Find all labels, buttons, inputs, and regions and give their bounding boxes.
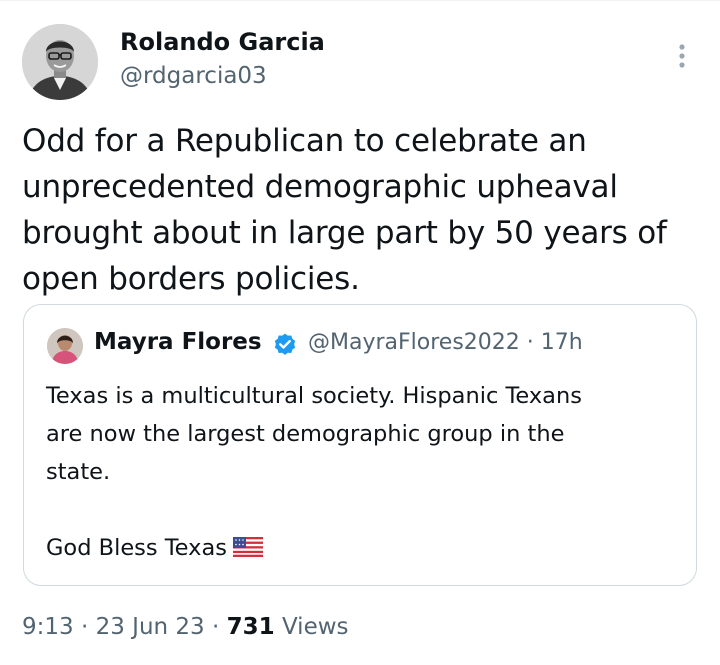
tweet-date[interactable]: 23 Jun 23: [96, 614, 205, 640]
more-options-button[interactable]: [664, 38, 700, 74]
quoted-text-line: state.: [46, 459, 111, 485]
quoted-text-line: are now the largest demographic group in…: [46, 421, 565, 447]
separator-dot: ·: [212, 614, 220, 640]
separator-dot: ·: [526, 330, 534, 355]
author-handle[interactable]: @rdgarcia03: [120, 63, 267, 89]
quoted-author-avatar[interactable]: [47, 328, 83, 364]
views-label[interactable]: Views: [282, 614, 349, 640]
tweet-text-line: Odd for a Republican to celebrate an: [22, 123, 587, 159]
author-avatar-image: [22, 24, 98, 100]
tweet-text-line: open borders policies.: [22, 261, 360, 297]
top-divider: [0, 0, 720, 1]
quoted-text-line: Texas is a multicultural society. Hispan…: [46, 383, 582, 409]
quoted-closing-line-row: God Bless Texas: [46, 529, 676, 567]
author-avatar[interactable]: [22, 24, 98, 100]
tweet-time[interactable]: 9:13: [22, 614, 74, 640]
us-flag-emoji: [232, 536, 263, 557]
tweet-meta: 9:13 · 23 Jun 23 · 731 Views: [22, 614, 349, 640]
verified-badge-icon: [272, 332, 298, 358]
tweet-text-line: unprecedented demographic upheaval: [22, 169, 618, 205]
author-name[interactable]: Rolando Garcia: [120, 28, 325, 56]
separator-dot: ·: [80, 614, 89, 640]
quoted-tweet-card[interactable]: Mayra Flores @MayraFlores2022 · 17h Texa…: [23, 304, 697, 586]
quoted-author-avatar-image: [47, 328, 83, 364]
tweet-text-line: brought about in large part by 50 years …: [22, 215, 667, 251]
quoted-tweet-text: Texas is a multicultural society. Hispan…: [46, 377, 676, 567]
quoted-author-handle: @MayraFlores2022: [308, 330, 520, 355]
quoted-author-handle-and-age[interactable]: @MayraFlores2022 · 17h: [308, 330, 583, 355]
views-count[interactable]: 731: [227, 614, 275, 640]
vertical-ellipsis-icon: [679, 44, 685, 68]
quoted-closing-line: God Bless Texas: [46, 535, 227, 561]
tweet-text: Odd for a Republican to celebrate an unp…: [22, 118, 702, 302]
quoted-tweet-age: 17h: [540, 330, 583, 355]
quoted-author-name[interactable]: Mayra Flores: [94, 329, 262, 355]
